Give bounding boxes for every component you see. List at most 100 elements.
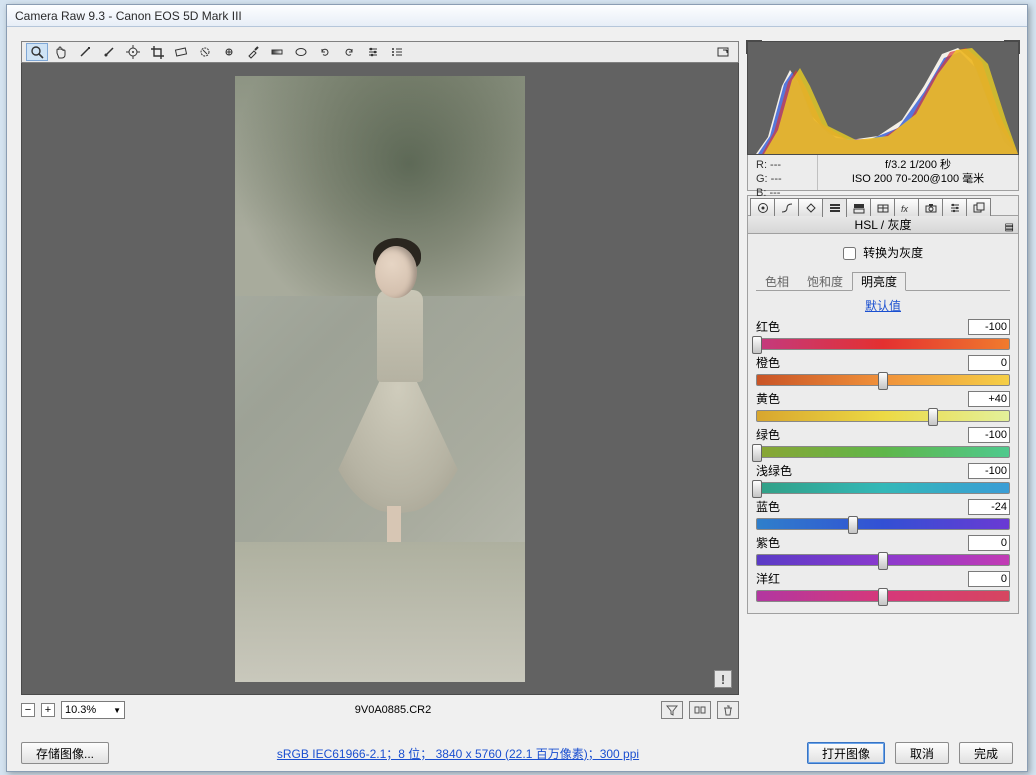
app-window: Camera Raw 9.3 - Canon EOS 5D Mark III <box>6 4 1028 772</box>
filter-icon[interactable] <box>661 701 683 719</box>
done-button[interactable]: 完成 <box>959 742 1013 764</box>
rating-icon[interactable] <box>689 701 711 719</box>
convert-grayscale-checkbox[interactable] <box>843 247 856 260</box>
tab-snapshots[interactable] <box>966 198 991 216</box>
fullscreen-icon[interactable] <box>712 43 734 61</box>
hsl-panel-body: 转换为灰度 色相 饱和度 明亮度 默认值 红色橙色黄色绿色浅绿色蓝色紫色洋红 <box>747 234 1019 614</box>
preview-status-bar: − + 10.3%▼ 9V0A0885.CR2 <box>21 699 739 721</box>
slider-thumb[interactable] <box>752 480 762 498</box>
crop-tool-icon[interactable] <box>146 43 168 61</box>
slider-row-6: 紫色 <box>756 534 1010 566</box>
adjustment-brush-tool-icon[interactable] <box>242 43 264 61</box>
exif-readout: R: --- G: --- B: --- f/3.2 1/200 秒 ISO 2… <box>747 155 1019 191</box>
tab-presets[interactable] <box>942 198 967 216</box>
slider-thumb[interactable] <box>878 588 888 606</box>
tab-camera[interactable] <box>918 198 943 216</box>
slider-track[interactable] <box>756 482 1010 494</box>
zoom-in-button[interactable]: + <box>41 703 55 717</box>
slider-thumb[interactable] <box>928 408 938 426</box>
white-balance-tool-icon[interactable] <box>74 43 96 61</box>
rotate-cw-icon[interactable] <box>338 43 360 61</box>
slider-row-0: 红色 <box>756 318 1010 350</box>
preferences-icon[interactable] <box>362 43 384 61</box>
zoom-level-select[interactable]: 10.3%▼ <box>61 701 125 719</box>
bottom-bar: 存储图像... sRGB IEC61966-2.1；8 位； 3840 x 57… <box>21 741 1013 765</box>
slider-value-input[interactable] <box>968 319 1010 335</box>
exif-line1: f/3.2 1/200 秒 <box>818 158 1018 172</box>
tab-fx[interactable]: fx <box>894 198 919 216</box>
straighten-tool-icon[interactable] <box>170 43 192 61</box>
slider-thumb[interactable] <box>848 516 858 534</box>
color-sampler-tool-icon[interactable] <box>98 43 120 61</box>
tab-split[interactable] <box>846 198 871 216</box>
radial-filter-tool-icon[interactable] <box>290 43 312 61</box>
slider-track[interactable] <box>756 518 1010 530</box>
slider-value-input[interactable] <box>968 427 1010 443</box>
slider-track[interactable] <box>756 590 1010 602</box>
cancel-button[interactable]: 取消 <box>895 742 949 764</box>
photo-content <box>235 76 525 682</box>
targeted-adjust-tool-icon[interactable] <box>122 43 144 61</box>
slider-value-input[interactable] <box>968 535 1010 551</box>
slider-row-4: 浅绿色 <box>756 462 1010 494</box>
tab-lens[interactable] <box>870 198 895 216</box>
slider-value-input[interactable] <box>968 571 1010 587</box>
subtab-lum[interactable]: 明亮度 <box>852 272 906 291</box>
rotate-ccw-icon[interactable] <box>314 43 336 61</box>
trash-icon[interactable] <box>717 701 739 719</box>
workflow-options-link[interactable]: sRGB IEC61966-2.1；8 位； 3840 x 5760 (22.1… <box>109 745 807 762</box>
list-view-icon[interactable] <box>386 43 408 61</box>
slider-value-input[interactable] <box>968 463 1010 479</box>
zoom-out-button[interactable]: − <box>21 703 35 717</box>
open-image-button[interactable]: 打开图像 <box>807 742 885 764</box>
slider-value-input[interactable] <box>968 499 1010 515</box>
slider-row-1: 橙色 <box>756 354 1010 386</box>
image-preview[interactable]: ! <box>21 63 739 695</box>
slider-thumb[interactable] <box>752 444 762 462</box>
slider-row-3: 绿色 <box>756 426 1010 458</box>
slider-row-2: 黄色 <box>756 390 1010 422</box>
tab-hsl[interactable] <box>822 198 847 217</box>
tab-detail[interactable] <box>798 198 823 216</box>
slider-label: 紫色 <box>756 534 780 551</box>
svg-text:fx: fx <box>901 204 909 214</box>
panel-tabstrip: fx <box>747 195 1019 216</box>
slider-track[interactable] <box>756 374 1010 386</box>
spot-removal-tool-icon[interactable] <box>194 43 216 61</box>
content-area: ! − + 10.3%▼ 9V0A0885.CR2 <box>7 27 1027 771</box>
tab-curve[interactable] <box>774 198 799 216</box>
rgb-g: G: --- <box>756 172 809 186</box>
slider-thumb[interactable] <box>878 372 888 390</box>
hsl-subtabs: 色相 饱和度 明亮度 <box>756 271 1010 291</box>
filename-label: 9V0A0885.CR2 <box>131 704 655 716</box>
slider-value-input[interactable] <box>968 391 1010 407</box>
slider-track[interactable] <box>756 554 1010 566</box>
panel-menu-icon[interactable]: ▤ <box>1005 219 1014 237</box>
slider-label: 蓝色 <box>756 498 780 515</box>
subtab-hue[interactable]: 色相 <box>756 272 798 291</box>
slider-label: 橙色 <box>756 354 780 371</box>
default-values-link[interactable]: 默认值 <box>865 299 901 313</box>
slider-thumb[interactable] <box>878 552 888 570</box>
slider-label: 洋红 <box>756 570 780 587</box>
zoom-tool-icon[interactable] <box>26 43 48 61</box>
tab-basic[interactable] <box>750 198 775 216</box>
slider-row-5: 蓝色 <box>756 498 1010 530</box>
slider-track[interactable] <box>756 410 1010 422</box>
hand-tool-icon[interactable] <box>50 43 72 61</box>
save-image-button[interactable]: 存储图像... <box>21 742 109 764</box>
slider-row-7: 洋红 <box>756 570 1010 602</box>
warning-icon[interactable]: ! <box>714 670 732 688</box>
slider-thumb[interactable] <box>752 336 762 354</box>
subtab-sat[interactable]: 饱和度 <box>798 272 852 291</box>
graduated-filter-tool-icon[interactable] <box>266 43 288 61</box>
rgb-r: R: --- <box>756 158 809 172</box>
redeye-tool-icon[interactable] <box>218 43 240 61</box>
slider-value-input[interactable] <box>968 355 1010 371</box>
preview-pane: ! − + 10.3%▼ 9V0A0885.CR2 <box>21 41 739 721</box>
slider-track[interactable] <box>756 338 1010 350</box>
top-toolbar <box>21 41 739 63</box>
slider-label: 红色 <box>756 318 780 335</box>
slider-track[interactable] <box>756 446 1010 458</box>
panel-title: HSL / 灰度 ▤ <box>747 216 1019 234</box>
